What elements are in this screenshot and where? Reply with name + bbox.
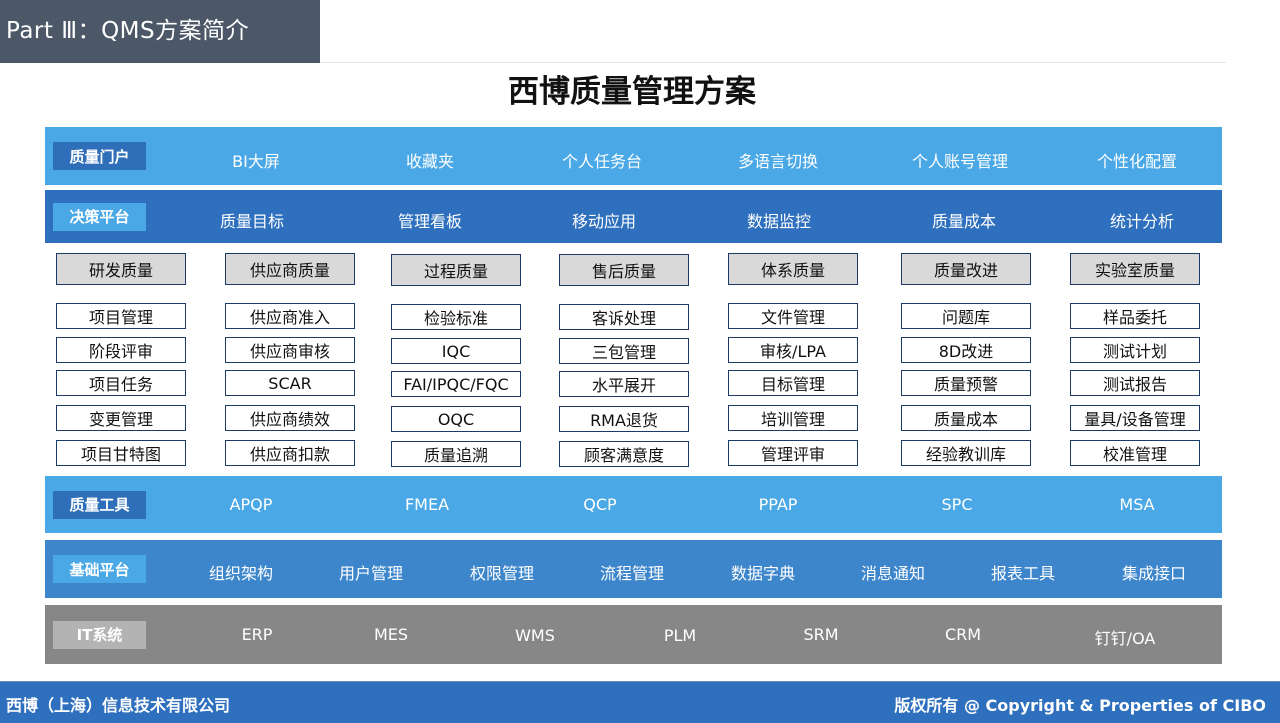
decision-platform-band: 决策平台 质量目标 管理看板 移动应用 数据监控 质量成本 统计分析 xyxy=(45,190,1222,243)
module-item: 供应商审核 xyxy=(225,337,355,363)
module-header: 售后质量 xyxy=(559,254,689,286)
it-item: SRM xyxy=(803,625,839,644)
module-header: 过程质量 xyxy=(391,254,521,286)
module-item: IQC xyxy=(391,338,521,364)
module-item: 8D改进 xyxy=(901,337,1031,363)
header-divider xyxy=(320,62,1226,63)
base-item: 报表工具 xyxy=(990,564,1056,583)
quality-tools-tag: 质量工具 xyxy=(53,490,146,519)
module-item: 校准管理 xyxy=(1070,440,1200,466)
module-item: 测试报告 xyxy=(1070,370,1200,396)
module-item: FAI/IPQC/FQC xyxy=(391,371,521,397)
module-header: 研发质量 xyxy=(56,253,186,285)
portal-item: 收藏夹 xyxy=(405,152,455,171)
portal-item: 个人任务台 xyxy=(561,152,643,171)
base-item: 数据字典 xyxy=(730,564,796,583)
module-item: 样品委托 xyxy=(1070,303,1200,329)
portal-item: BI大屏 xyxy=(232,152,280,171)
base-item: 用户管理 xyxy=(338,564,404,583)
base-item: 权限管理 xyxy=(469,564,535,583)
base-platform-band: 基础平台 组织架构 用户管理 权限管理 流程管理 数据字典 消息通知 报表工具 … xyxy=(45,540,1222,598)
module-header: 供应商质量 xyxy=(225,253,355,285)
decision-item: 质量成本 xyxy=(931,212,997,231)
quality-portal-tag: 质量门户 xyxy=(53,142,146,170)
module-header: 体系质量 xyxy=(728,253,858,285)
decision-item: 质量目标 xyxy=(219,212,285,231)
footer-bar: 西博（上海）信息技术有限公司 版权所有 @ Copyright & Proper… xyxy=(0,681,1280,723)
it-item: CRM xyxy=(944,625,982,644)
module-item: 量具/设备管理 xyxy=(1070,405,1200,431)
module-item: 审核/LPA xyxy=(728,337,858,363)
decision-item: 统计分析 xyxy=(1109,212,1175,231)
module-item: 文件管理 xyxy=(728,303,858,329)
decision-platform-tag: 决策平台 xyxy=(53,202,146,231)
module-item: 供应商准入 xyxy=(225,303,355,329)
module-item: 阶段评审 xyxy=(56,337,186,363)
module-item: 供应商扣款 xyxy=(225,440,355,466)
portal-item: 多语言切换 xyxy=(737,152,819,171)
tools-item: PPAP xyxy=(758,495,798,514)
module-item: 项目管理 xyxy=(56,303,186,329)
module-item: 三包管理 xyxy=(559,338,689,364)
base-item: 组织架构 xyxy=(208,564,274,583)
module-item: 客诉处理 xyxy=(559,304,689,330)
it-item: 钉钉/OA xyxy=(1094,629,1156,648)
module-header: 质量改进 xyxy=(901,253,1031,285)
module-header: 实验室质量 xyxy=(1070,253,1200,285)
module-item: 水平展开 xyxy=(559,371,689,397)
it-item: ERP xyxy=(241,625,273,644)
base-item: 消息通知 xyxy=(860,564,926,583)
decision-item: 管理看板 xyxy=(397,212,463,231)
module-item: 质量成本 xyxy=(901,405,1031,431)
module-item: 目标管理 xyxy=(728,370,858,396)
module-item: 培训管理 xyxy=(728,405,858,431)
portal-item: 个性化配置 xyxy=(1096,152,1178,171)
tools-item: QCP xyxy=(583,495,617,514)
page-title: 西博质量管理方案 xyxy=(508,74,756,110)
footer-copyright: 版权所有 @ Copyright & Properties of CIBO xyxy=(894,696,1266,715)
module-item: 测试计划 xyxy=(1070,337,1200,363)
module-item: 质量追溯 xyxy=(391,441,521,467)
footer-company: 西博（上海）信息技术有限公司 xyxy=(6,696,231,715)
module-item: 管理评审 xyxy=(728,440,858,466)
module-item: OQC xyxy=(391,406,521,432)
module-item: 质量预警 xyxy=(901,370,1031,396)
it-item: MES xyxy=(373,625,409,644)
portal-item: 个人账号管理 xyxy=(911,152,1009,171)
tools-item: APQP xyxy=(229,495,273,514)
tools-item: MSA xyxy=(1119,495,1155,514)
quality-tools-band: 质量工具 APQP FMEA QCP PPAP SPC MSA xyxy=(45,476,1222,533)
quality-portal-band: 质量门户 BI大屏 收藏夹 个人任务台 多语言切换 个人账号管理 个性化配置 xyxy=(45,127,1222,185)
module-item: 供应商绩效 xyxy=(225,405,355,431)
module-item: 变更管理 xyxy=(56,405,186,431)
decision-item: 数据监控 xyxy=(746,212,812,231)
module-item: 项目任务 xyxy=(56,370,186,396)
section-header: Part Ⅲ：QMS方案简介 xyxy=(0,0,320,63)
module-item: RMA退货 xyxy=(559,406,689,432)
decision-item: 移动应用 xyxy=(571,212,637,231)
module-item: 项目甘特图 xyxy=(56,440,186,466)
tools-item: FMEA xyxy=(404,495,450,514)
base-platform-tag: 基础平台 xyxy=(53,555,146,583)
module-item: SCAR xyxy=(225,370,355,396)
base-item: 集成接口 xyxy=(1121,564,1187,583)
it-item: PLM xyxy=(663,626,697,645)
it-systems-band: IT系统 ERP MES WMS PLM SRM CRM 钉钉/OA xyxy=(45,605,1222,664)
it-systems-tag: IT系统 xyxy=(53,620,146,649)
tools-item: SPC xyxy=(941,495,973,514)
base-item: 流程管理 xyxy=(599,564,665,583)
module-item: 顾客满意度 xyxy=(559,441,689,467)
module-item: 问题库 xyxy=(901,303,1031,329)
module-item: 经验教训库 xyxy=(901,440,1031,466)
module-item: 检验标准 xyxy=(391,304,521,330)
it-item: WMS xyxy=(515,626,555,645)
